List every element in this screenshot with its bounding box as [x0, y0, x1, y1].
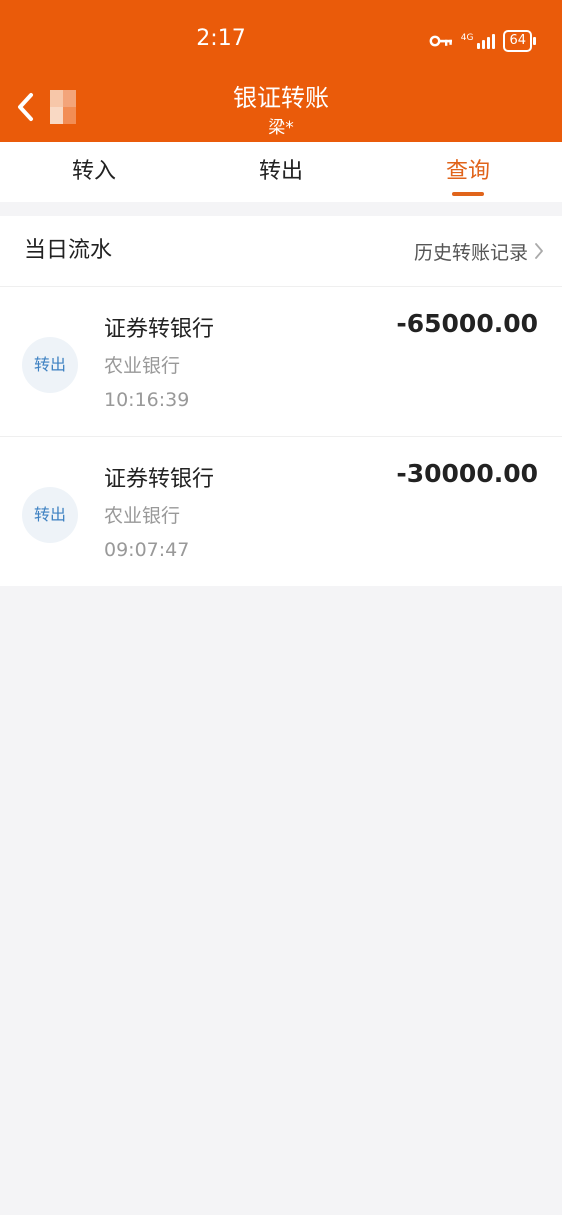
- record-amount: -30000.00: [396, 459, 538, 488]
- account-name: 梁*: [268, 118, 294, 138]
- direction-badge: 转出: [22, 337, 78, 393]
- tab-transfer-out[interactable]: 转出: [221, 142, 341, 202]
- status-icons: 4G 64: [429, 28, 536, 54]
- list-item[interactable]: 转出 证券转银行 农业银行 10:16:39 -65000.00: [0, 286, 562, 436]
- record-time: 10:16:39: [104, 389, 190, 411]
- record-bank: 农业银行: [104, 355, 181, 377]
- key-icon: [429, 35, 452, 47]
- list-item[interactable]: 转出 证券转银行 农业银行 09:07:47 -30000.00: [0, 436, 562, 586]
- page-title: 银证转账: [233, 84, 329, 112]
- chevron-right-icon: [535, 243, 543, 259]
- record-time: 09:07:47: [104, 539, 190, 561]
- battery-level: 64: [509, 33, 526, 48]
- tab-transfer-in[interactable]: 转入: [34, 142, 154, 202]
- active-tab-indicator: [452, 192, 484, 196]
- transfer-records: 转出 证券转银行 农业银行 10:16:39 -65000.00 转出 证券转银…: [0, 286, 562, 586]
- direction-badge: 转出: [22, 487, 78, 543]
- record-title: 证券转银行: [104, 467, 215, 492]
- record-title: 证券转银行: [104, 317, 215, 342]
- signal-icon: 4G: [460, 32, 496, 49]
- battery-icon: 64: [503, 30, 536, 52]
- status-time: 2:17: [196, 26, 246, 51]
- record-amount: -65000.00: [396, 309, 538, 338]
- history-link-label: 历史转账记录: [413, 241, 528, 264]
- network-type: 4G: [460, 32, 474, 43]
- section-title: 当日流水: [24, 238, 113, 263]
- history-records-link[interactable]: 历史转账记录: [414, 216, 544, 286]
- app-header: 2:17 4G 64 银证转账 梁*: [0, 0, 562, 142]
- daily-records-header: 当日流水 历史转账记录: [0, 216, 562, 286]
- record-bank: 农业银行: [104, 505, 181, 527]
